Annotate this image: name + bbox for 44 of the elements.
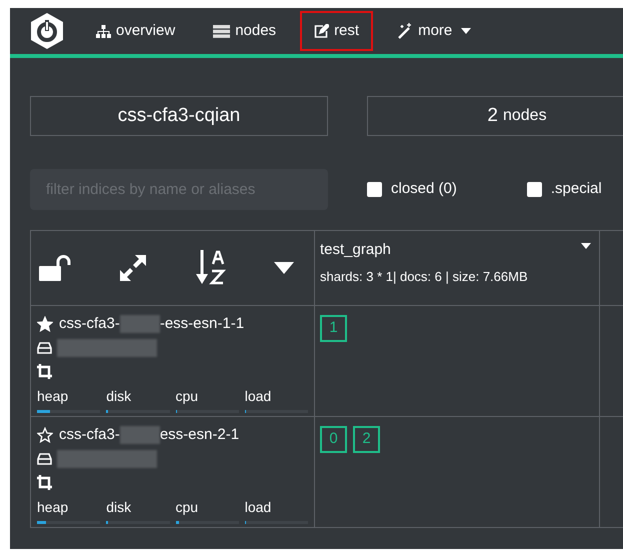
checkbox-label: closed (0) [391, 179, 457, 200]
node-name-start: css-cfa3- [59, 314, 120, 334]
metric-label: load [244, 387, 272, 406]
node-count-label: nodes [502, 106, 547, 126]
nav-link[interactable]: more [383, 11, 486, 51]
checkbox-label: .special [550, 179, 602, 200]
redacted-block [120, 426, 160, 444]
shard-box[interactable]: 2 [353, 426, 380, 453]
edit-icon [314, 24, 330, 38]
sitemap-icon [96, 24, 111, 38]
cluster-name: css-cfa3-cqian [30, 96, 328, 136]
hard-drive-icon [37, 342, 52, 354]
metric-label: cpu [176, 387, 200, 406]
metric-label: cpu [176, 498, 200, 517]
index-name[interactable]: test_graph [320, 239, 594, 262]
wand-icon [397, 23, 414, 39]
node-name-start: css-cfa3- [59, 424, 120, 445]
metric-label: disk [106, 498, 132, 517]
checkbox[interactable] [526, 182, 542, 197]
checkbox[interactable] [367, 182, 382, 197]
hard-drive-icon [37, 453, 52, 465]
crop-icon [37, 364, 52, 378]
nav-link[interactable]: nodes [199, 11, 290, 51]
logo-icon[interactable] [30, 13, 64, 49]
unlock-icon[interactable] [37, 254, 71, 282]
index-stats: shards: 3 * 1| docs: 6 | size: 7.66MB [320, 268, 529, 286]
nav-link[interactable]: overview [82, 11, 190, 51]
nav-link[interactable]: rest [300, 11, 374, 51]
caret-icon[interactable] [274, 262, 294, 274]
sort-az-icon[interactable] [195, 250, 227, 286]
caret-icon[interactable] [581, 243, 591, 249]
node-count: 2 [487, 104, 498, 128]
metric-label: heap [37, 387, 70, 406]
shard-box[interactable]: 0 [320, 426, 347, 453]
shard-box[interactable]: 1 [320, 315, 347, 342]
redacted-block [120, 315, 160, 333]
metric-label: disk [106, 387, 132, 406]
crop-icon [37, 474, 52, 490]
node-name-end: -ess-esn-1-1 [160, 314, 244, 334]
metric-label: heap [37, 498, 70, 517]
server-icon [213, 24, 230, 38]
node-name-end: ess-esn-2-1 [160, 424, 240, 445]
metric-label: load [244, 498, 272, 517]
expand-icon[interactable] [118, 253, 148, 283]
